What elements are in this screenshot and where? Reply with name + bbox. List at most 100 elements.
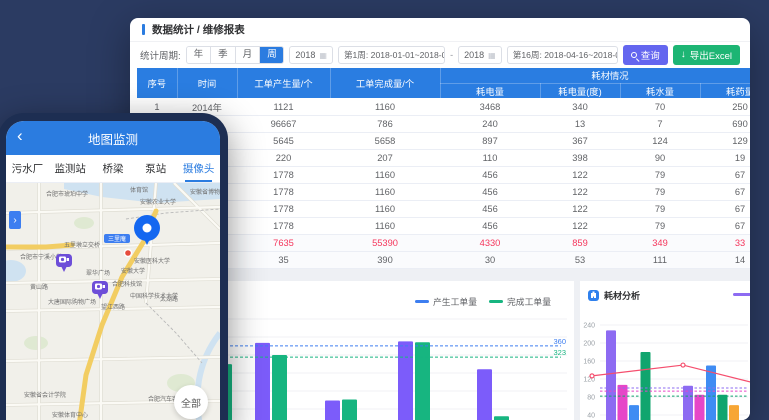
table-row: 177811604561227967 (137, 183, 750, 200)
y-tick-label: 160 (583, 358, 595, 365)
column-header: 序号 (137, 68, 177, 98)
cell: 122 (540, 183, 620, 200)
table-row: 177811604561227967 (137, 200, 750, 217)
left-chart-legend: 产生工单量完成工单量 (415, 295, 551, 308)
map-view[interactable]: 合肥市琥珀中学体育馆安徽农业大学安徽省博物馆五里墩立交桥合肥市宁溪小学安徽医科大… (6, 183, 220, 420)
phone-app-header: ‹ 地图监测 (6, 121, 220, 155)
sub-column-header: 耗药量 (700, 83, 750, 98)
bar (718, 394, 728, 420)
map-all-button[interactable]: 全部 (174, 385, 208, 419)
table-row: 12014年11211160346834070250 (137, 98, 750, 115)
year-to-select[interactable]: 2018 ▦ (458, 46, 502, 64)
cell: 207 (330, 149, 440, 166)
period-label: 统计周期: (140, 48, 181, 62)
map-expand-button[interactable]: › (9, 211, 21, 229)
map-place-label: 体育馆 (130, 186, 148, 194)
y-tick-label: 80 (587, 394, 595, 401)
chevron-right-icon: › (13, 215, 16, 226)
phone-tab-污水厂[interactable]: 污水厂 (6, 155, 49, 182)
query-button-label: 查询 (641, 48, 660, 62)
period-option[interactable]: 日 (284, 47, 285, 63)
calendar-icon: ▦ (319, 51, 327, 60)
bar (695, 394, 705, 420)
bar (706, 365, 716, 420)
period-option[interactable]: 季 (210, 47, 235, 63)
bar (629, 405, 639, 420)
phone-tab-桥梁[interactable]: 桥梁 (92, 155, 135, 182)
bar (729, 405, 739, 420)
year-from-select[interactable]: 2018 ▦ (289, 46, 333, 64)
week-to-input[interactable]: 第16周: 2018-04-16~2018-04-22 (507, 46, 618, 64)
ref-line-label: 323 (553, 348, 566, 357)
cell: 122 (540, 200, 620, 217)
cell: 90 (620, 149, 700, 166)
map-place-label: 合肥科技馆 (112, 280, 142, 288)
calendar-icon: ▦ (488, 51, 496, 60)
sub-column-header: 耗电量(度) (540, 83, 620, 98)
map-place-label: 安徽省博物馆 (190, 188, 220, 196)
cell: 67 (700, 166, 750, 183)
cell: 110 (440, 149, 540, 166)
map-place-label: 大唐国际购物广场 (48, 298, 96, 306)
table-row: 56455658897367124129 (137, 132, 750, 149)
alert-marker-icon[interactable] (124, 249, 132, 257)
sub-column-header: 耗水量 (620, 83, 700, 98)
week-from-input[interactable]: 第1周: 2018-01-01~2018-01-07 (338, 46, 445, 64)
map-all-button-label: 全部 (181, 395, 201, 410)
cell: 690 (700, 115, 750, 132)
map-park (74, 217, 94, 229)
cell: 79 (620, 166, 700, 183)
cell: 398 (540, 149, 620, 166)
cell: 30 (440, 251, 540, 268)
cell: 129 (700, 132, 750, 149)
desktop-background: 数据统计 / 维修报表 统计周期: 年季月周日 2018 ▦ 第1周: 2018… (0, 0, 769, 420)
cell: 1160 (330, 98, 440, 115)
cell: 122 (540, 217, 620, 234)
cell: 349 (620, 234, 700, 251)
column-header: 时间 (177, 68, 237, 98)
bar (606, 330, 616, 420)
cell: 1778 (237, 183, 330, 200)
cell: 1121 (237, 98, 330, 115)
phone-tab-摄像头[interactable]: 摄像头 (177, 155, 220, 182)
report-table: 序号时间工单产生量/个工单完成量/个耗材情况耗电量耗电量(度)耗水量耗药量120… (137, 68, 750, 269)
query-button[interactable]: 查询 (623, 45, 668, 65)
period-option[interactable]: 年 (187, 47, 211, 63)
cell: 5645 (237, 132, 330, 149)
y-tick-label: 200 (583, 340, 595, 347)
legend-item: 完成工单量 (489, 295, 551, 308)
consumables-bar-line-chart: 2402001601208040 (580, 303, 750, 420)
ref-line-label: 360 (553, 336, 566, 345)
legend-label: 完成工单量 (507, 295, 551, 308)
cell: 67 (700, 200, 750, 217)
map-place-label: 安徽医科大学 (134, 257, 170, 265)
cell: 340 (540, 98, 620, 115)
map-place-label: 安徽大学 (121, 267, 145, 275)
map-park (24, 336, 48, 350)
map-place-label: 翠华广场 (86, 269, 110, 277)
phone-tab-bar: 污水厂监测站桥梁泵站摄像头 (6, 155, 220, 183)
phone-tab-泵站[interactable]: 泵站 (134, 155, 177, 182)
chart-icon (588, 290, 599, 301)
back-icon[interactable]: ‹ (17, 127, 23, 144)
map-place-label: 合肥市宁溪小学 (20, 253, 62, 261)
cell: 33 (700, 234, 750, 251)
period-option[interactable]: 月 (235, 47, 260, 63)
table-row: 96667786240137690 (137, 115, 750, 132)
phone-mockup: ‹ 地图监测 污水厂监测站桥梁泵站摄像头 (0, 113, 228, 420)
bar-完成工单量 (415, 342, 430, 420)
consumables-chart-card: 耗材分析 2402001601208040 (580, 281, 750, 420)
cell: 67 (700, 217, 750, 234)
cell: 786 (330, 115, 440, 132)
cropped-legend-swatch (733, 293, 750, 296)
cell: 7 (620, 115, 700, 132)
search-icon (631, 52, 637, 58)
phone-page-title: 地图监测 (88, 129, 138, 148)
sub-column-header: 耗电量 (440, 83, 540, 98)
export-excel-button[interactable]: ↓ 导出Excel (673, 45, 740, 65)
bar-产生工单量 (477, 369, 492, 420)
phone-tab-监测站[interactable]: 监测站 (49, 155, 92, 182)
download-icon: ↓ (681, 50, 686, 60)
svg-text:三里庵: 三里庵 (108, 235, 126, 243)
period-option[interactable]: 周 (259, 47, 284, 63)
